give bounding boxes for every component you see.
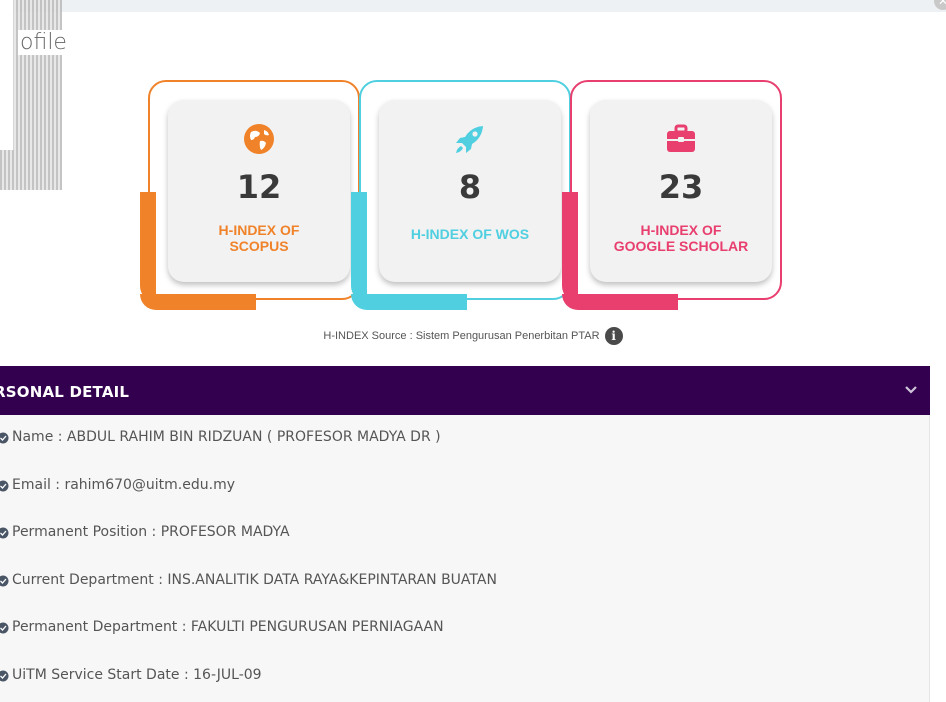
check-circle-icon: [0, 432, 9, 444]
hindex-source-note: H-INDEX Source : Sistem Pengurusan Pener…: [0, 327, 946, 345]
personal-detail-header[interactable]: RSONAL DETAIL: [0, 366, 930, 415]
hindex-cards: 12 H-INDEX OF SCOPUS 8 H-INDEX OF WOS 23…: [140, 80, 800, 312]
detail-permanent-department: Permanent Department : FAKULTI PENGURUSA…: [12, 619, 444, 635]
detail-permanent-position: Permanent Position : PROFESOR MADYA: [12, 524, 290, 540]
card-accent-bar: [562, 192, 578, 302]
chevron-down-icon[interactable]: [904, 382, 918, 396]
detail-email: Email : rahim670@uitm.edu.my: [12, 476, 236, 493]
card-accent-bar: [351, 192, 367, 302]
card-accent-bar: [140, 294, 256, 310]
wos-card-wrap: 8 H-INDEX OF WOS: [351, 80, 576, 312]
hindex-wos-card[interactable]: 8 H-INDEX OF WOS: [379, 100, 561, 282]
list-item: UiTM Service Start Date : 16-JUL-09: [0, 667, 930, 702]
google-scholar-hindex-value: 23: [658, 168, 704, 206]
label-line: H-INDEX OF WOS: [410, 226, 530, 242]
personal-detail-list: Name : ABDUL RAHIM BIN RIDZUAN ( PROFESO…: [0, 429, 930, 702]
info-icon[interactable]: i: [604, 327, 623, 345]
label-line: GOOGLE SCHOLAR: [613, 238, 749, 254]
list-item: Current Department : INS.ANALITIK DATA R…: [0, 572, 930, 620]
check-circle-icon: [0, 622, 9, 634]
card-accent-bar: [562, 294, 678, 310]
scopus-hindex-value: 12: [236, 168, 282, 206]
hindex-scopus-card[interactable]: 12 H-INDEX OF SCOPUS: [168, 100, 350, 282]
check-circle-icon: [0, 527, 9, 539]
google-scholar-hindex-label: H-INDEX OF GOOGLE SCHOLAR: [590, 222, 772, 254]
check-circle-icon: [0, 480, 9, 491]
check-circle-icon: [0, 575, 9, 586]
briefcase-icon: [667, 124, 695, 152]
card-accent-bar: [140, 192, 156, 302]
wos-hindex-value: 8: [458, 168, 482, 206]
wos-hindex-label: H-INDEX OF WOS: [379, 226, 561, 242]
list-item: Permanent Position : PROFESOR MADYA: [0, 524, 930, 572]
detail-name: Name : ABDUL RAHIM BIN RIDZUAN ( PROFESO…: [12, 429, 441, 445]
label-line: H-INDEX OF: [640, 222, 722, 238]
check-circle-icon: [0, 670, 9, 681]
hindex-google-scholar-card[interactable]: 23 H-INDEX OF GOOGLE SCHOLAR: [590, 100, 772, 282]
card-accent-bar: [351, 294, 467, 310]
window-top-bar: [0, 0, 946, 12]
list-item: Permanent Department : FAKULTI PENGURUSA…: [0, 619, 930, 667]
label-line: H-INDEX OF: [218, 222, 300, 238]
google-scholar-card-wrap: 23 H-INDEX OF GOOGLE SCHOLAR: [562, 80, 787, 312]
detail-current-department: Current Department : INS.ANALITIK DATA R…: [12, 571, 497, 588]
rocket-icon: [456, 126, 483, 153]
side-overlay-panel: [0, 0, 62, 190]
page-title: ofile: [18, 30, 71, 55]
overlay-inner: [0, 0, 14, 150]
detail-service-start-date: UiTM Service Start Date : 16-JUL-09: [12, 666, 262, 683]
list-item: Email : rahim670@uitm.edu.my: [0, 477, 930, 525]
list-item: Name : ABDUL RAHIM BIN RIDZUAN ( PROFESO…: [0, 429, 930, 477]
panel-title: RSONAL DETAIL: [0, 383, 130, 401]
source-text: H-INDEX Source : Sistem Pengurusan Pener…: [323, 329, 600, 342]
scopus-card-wrap: 12 H-INDEX OF SCOPUS: [140, 80, 365, 312]
label-line: SCOPUS: [229, 238, 289, 254]
globe-icon: [244, 124, 274, 154]
scopus-hindex-label: H-INDEX OF SCOPUS: [168, 222, 350, 254]
personal-detail-panel: RSONAL DETAIL Name : ABDUL RAHIM BIN RID…: [0, 366, 930, 702]
